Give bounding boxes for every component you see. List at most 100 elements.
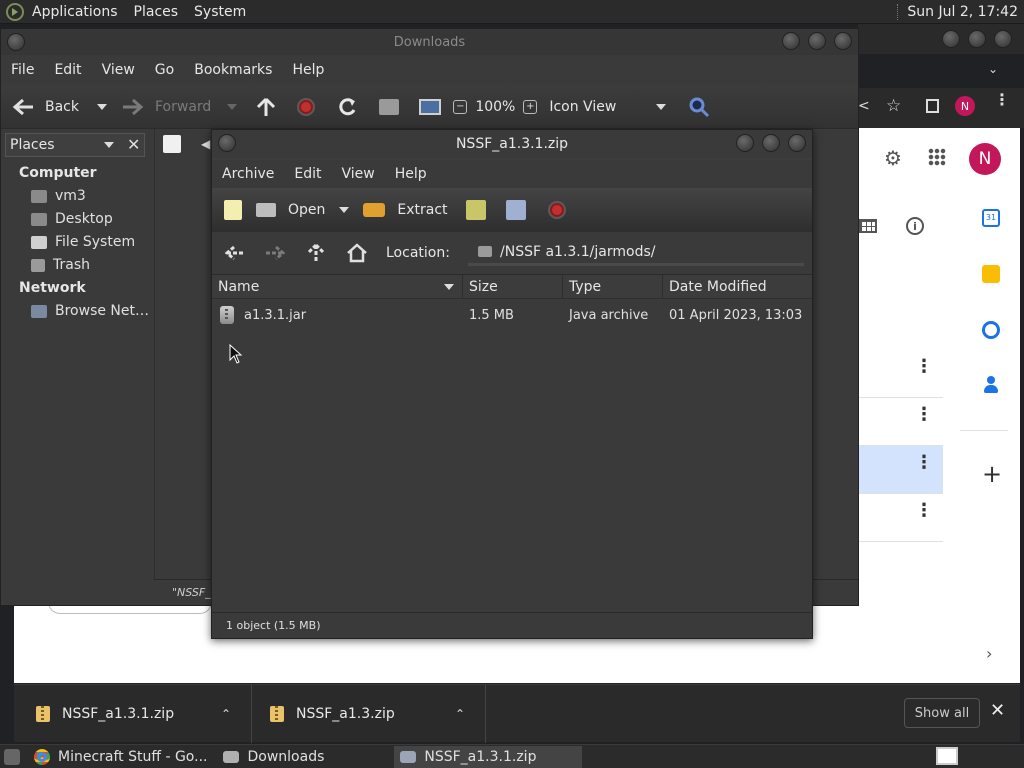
column-header-size[interactable]: Size <box>463 274 563 299</box>
list-item[interactable]: ⋮ <box>858 350 943 398</box>
profile-avatar[interactable]: N <box>955 96 975 116</box>
more-options-icon[interactable]: ⋮ <box>915 358 933 376</box>
back-arrow-icon[interactable] <box>224 244 246 262</box>
column-header-type[interactable]: Type <box>563 274 663 299</box>
archive-file-list[interactable]: Name Size Type Date Modified a1.3.1.jar … <box>212 274 812 612</box>
text-file-icon[interactable] <box>163 135 181 153</box>
view-mode-select[interactable]: Icon View <box>549 99 667 115</box>
menu-go[interactable]: Go <box>145 62 184 78</box>
close-button[interactable] <box>834 32 852 50</box>
sidepanel-icon[interactable] <box>926 99 939 113</box>
settings-gear-icon[interactable]: ⚙ <box>884 146 902 170</box>
more-options-icon[interactable]: ⋮ <box>915 454 933 472</box>
close-button[interactable] <box>788 134 806 152</box>
close-downloads-bar-icon[interactable]: ✕ <box>990 700 1005 721</box>
expand-panel-chevron-icon[interactable]: › <box>986 644 992 663</box>
pathbar-left-arrow-icon[interactable]: ◀ <box>201 137 210 151</box>
menu-help[interactable]: Help <box>282 62 334 78</box>
sidebar-item-desktop[interactable]: Desktop <box>31 211 113 227</box>
apps-grid-icon[interactable] <box>928 148 946 166</box>
chrome-maximize-button[interactable] <box>968 30 986 48</box>
stop-icon[interactable] <box>547 201 566 219</box>
forward-arrow-icon[interactable] <box>264 244 286 262</box>
close-sidebar-icon[interactable]: ✕ <box>127 135 140 154</box>
archive-titlebar[interactable]: NSSF_a1.3.1.zip <box>212 130 812 158</box>
open-dropdown-caret-icon[interactable] <box>339 207 350 213</box>
column-header-date[interactable]: Date Modified <box>663 275 812 299</box>
sidebar-item-browse-network[interactable]: Browse Net… <box>31 303 149 319</box>
list-item[interactable]: ⋮ <box>858 494 943 542</box>
add-app-plus-icon[interactable]: + <box>982 460 1002 488</box>
menu-file[interactable]: File <box>1 62 44 78</box>
table-row[interactable]: a1.3.1.jar 1.5 MB Java archive 01 April … <box>212 301 812 329</box>
download-item[interactable]: NSSF_a1.3.1.zip ⌃ <box>14 685 252 743</box>
task-archive[interactable]: NSSF_a1.3.1.zip <box>394 745 583 768</box>
menu-edit[interactable]: Edit <box>284 166 331 182</box>
chrome-close-button[interactable] <box>994 30 1012 48</box>
search-icon[interactable] <box>688 96 710 118</box>
sidebar-item-filesystem[interactable]: File System <box>31 234 135 250</box>
open-button[interactable]: Open <box>256 202 325 218</box>
menu-places[interactable]: Places <box>134 4 179 20</box>
bookmark-star-icon[interactable]: ☆ <box>886 96 901 116</box>
list-item[interactable]: ⋮ <box>858 398 943 446</box>
share-icon[interactable]: < <box>858 98 870 114</box>
menu-applications[interactable]: Applications <box>32 4 118 20</box>
extract-button[interactable]: Extract <box>363 202 448 218</box>
workspace-switcher[interactable] <box>936 747 958 765</box>
new-archive-icon[interactable] <box>224 200 242 220</box>
zoom-in-icon[interactable]: + <box>523 99 538 114</box>
more-options-icon[interactable]: ⋮ <box>915 502 933 520</box>
grid-view-icon[interactable] <box>859 219 877 233</box>
info-icon[interactable]: i <box>906 217 924 235</box>
account-avatar[interactable]: N <box>969 143 1001 175</box>
tasks-icon[interactable] <box>982 321 1000 339</box>
add-folder-icon[interactable] <box>505 200 526 220</box>
back-button[interactable]: Back <box>11 98 79 116</box>
home-folder-icon[interactable] <box>379 98 400 115</box>
contacts-icon[interactable] <box>984 376 998 394</box>
task-downloads[interactable]: Downloads <box>217 746 330 768</box>
file-manager-titlebar[interactable]: Downloads <box>1 29 858 55</box>
window-menu-button[interactable] <box>218 134 236 152</box>
location-field[interactable]: /NSSF a1.3.1/jarmods/ <box>468 240 804 266</box>
menu-edit[interactable]: Edit <box>44 62 91 78</box>
column-header-name[interactable]: Name <box>212 274 463 299</box>
reload-icon[interactable] <box>337 97 357 117</box>
keep-icon[interactable] <box>982 265 1000 283</box>
menu-help[interactable]: Help <box>385 166 437 182</box>
chrome-minimize-button[interactable] <box>942 30 960 48</box>
up-arrow-icon[interactable] <box>255 97 277 117</box>
menu-bookmarks[interactable]: Bookmarks <box>184 62 282 78</box>
chevron-up-icon[interactable]: ⌃ <box>221 707 231 721</box>
add-files-icon[interactable] <box>465 200 486 220</box>
zoom-out-icon[interactable]: − <box>453 99 468 114</box>
list-item-selected[interactable]: ⋮ <box>858 446 943 494</box>
tab-search-chevron-icon[interactable]: ⌄ <box>988 62 998 76</box>
task-chrome[interactable]: Minecraft Stuff - Go... <box>28 746 213 768</box>
home-icon[interactable] <box>346 243 368 263</box>
minimize-button[interactable] <box>782 32 800 50</box>
forward-button[interactable]: Forward <box>121 98 211 116</box>
computer-icon[interactable] <box>419 98 442 115</box>
show-all-button[interactable]: Show all <box>904 698 980 728</box>
menu-system[interactable]: System <box>194 4 246 20</box>
back-history-caret-icon[interactable] <box>97 103 107 110</box>
menu-view[interactable]: View <box>92 62 145 78</box>
more-options-icon[interactable]: ⋮ <box>915 406 933 424</box>
stop-icon[interactable] <box>297 97 316 116</box>
up-arrow-icon[interactable] <box>306 243 326 263</box>
clock[interactable]: Sun Jul 2, 17:42 <box>907 4 1018 20</box>
sidebar-item-trash[interactable]: Trash <box>31 257 90 273</box>
maximize-button[interactable] <box>808 32 826 50</box>
distro-logo-icon[interactable] <box>6 2 24 21</box>
places-dropdown[interactable]: Places <box>5 133 145 157</box>
maximize-button[interactable] <box>762 134 780 152</box>
menu-view[interactable]: View <box>332 166 385 182</box>
minimize-button[interactable] <box>736 134 754 152</box>
menu-archive[interactable]: Archive <box>212 166 284 182</box>
chevron-up-icon[interactable]: ⌃ <box>455 707 465 721</box>
window-menu-button[interactable] <box>7 33 25 51</box>
sidebar-item-vm3[interactable]: vm3 <box>31 188 86 204</box>
calendar-icon[interactable]: 31 <box>982 209 1000 227</box>
